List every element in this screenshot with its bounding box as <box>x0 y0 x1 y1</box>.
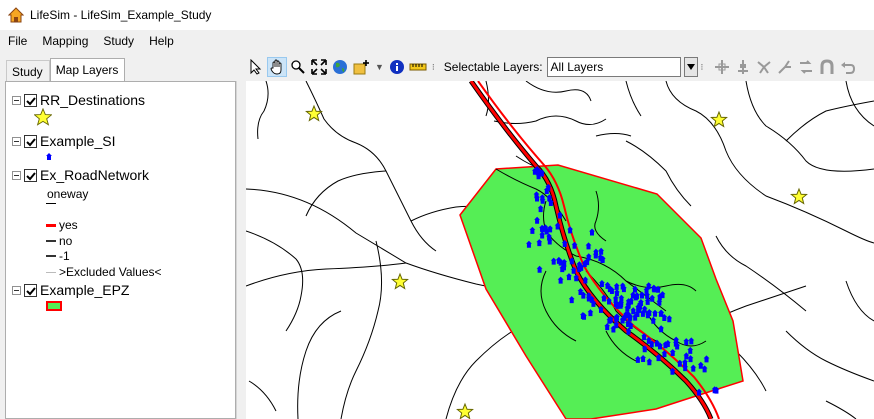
road-line-icon <box>46 255 56 257</box>
panel-tabs: Study Map Layers <box>6 58 126 82</box>
destination-star[interactable] <box>391 272 409 290</box>
title-bar: LifeSim - LifeSim_Example_Study <box>0 0 874 30</box>
selectable-layers-dropdown[interactable]: All Layers <box>546 57 681 77</box>
collapse-icon[interactable] <box>12 285 21 295</box>
menu-bar: File Mapping Study Help <box>0 30 874 52</box>
legend-item-excluded: >Excluded Values< <box>46 265 162 279</box>
layer-name-example-si: Example_SI <box>40 133 116 149</box>
toolbar-grip-icon: ⁝ <box>431 61 435 72</box>
layer-name-rr-destinations: RR_Destinations <box>40 92 146 108</box>
layer-row-example-si: Example_SI <box>12 133 115 149</box>
split-icon[interactable] <box>754 57 774 77</box>
road-line-icon <box>46 223 56 227</box>
measure-icon[interactable] <box>408 57 428 77</box>
tab-study[interactable]: Study <box>6 60 50 82</box>
menu-help[interactable]: Help <box>141 34 181 48</box>
layer-checkbox-rr-destinations[interactable] <box>24 93 37 107</box>
globe-icon[interactable] <box>330 57 350 77</box>
dropdown-arrow-icon[interactable]: ▼ <box>375 62 384 72</box>
arch-icon[interactable] <box>817 57 837 77</box>
panel-splitter[interactable] <box>236 81 246 419</box>
chevron-down-icon[interactable] <box>683 57 698 77</box>
menu-study[interactable]: Study <box>95 34 141 48</box>
blue-house-icon <box>46 153 52 160</box>
layer-checkbox-example-si[interactable] <box>24 134 37 148</box>
legend-item-no: no <box>46 234 72 248</box>
selectable-layers-label: Selectable Layers: <box>443 60 543 74</box>
layer-row-example-epz: Example_EPZ <box>12 282 129 298</box>
layer-row-rr-destinations: RR_Destinations <box>12 92 145 108</box>
legend-field-label: oneway <box>47 187 89 201</box>
tab-map-layers[interactable]: Map Layers <box>49 58 126 82</box>
zoom-extent-icon[interactable] <box>309 57 329 77</box>
epz-swatch-icon <box>46 301 62 311</box>
map-drawing[interactable] <box>246 81 874 419</box>
legend-item-blank <box>46 203 59 204</box>
zoom-icon[interactable] <box>288 57 308 77</box>
identify-icon[interactable] <box>387 57 407 77</box>
reverse-icon[interactable] <box>796 57 816 77</box>
destination-star[interactable] <box>710 110 728 128</box>
window-title: LifeSim - LifeSim_Example_Study <box>30 8 212 22</box>
legend-item-yes: yes <box>46 218 78 232</box>
collapse-icon[interactable] <box>12 170 21 180</box>
layer-name-road-network: Ex_RoadNetwork <box>40 167 149 183</box>
yellow-star-icon <box>34 108 52 126</box>
layer-checkbox-road-network[interactable] <box>24 168 37 182</box>
menu-file[interactable]: File <box>0 34 34 48</box>
layer-name-example-epz: Example_EPZ <box>40 282 130 298</box>
layer-tree: RR_Destinations Example_SI Ex_RoadNetwor… <box>5 81 236 419</box>
layer-checkbox-example-epz[interactable] <box>24 283 37 297</box>
toolbar-grip-icon: ⁝ <box>700 61 704 72</box>
pan-hand-icon[interactable] <box>267 57 287 77</box>
road-line-icon <box>46 271 56 273</box>
app-house-icon <box>8 7 24 23</box>
map-toolbar: ▼ ⁝ Selectable Layers: All Layers ⁝ <box>246 54 874 80</box>
collapse-icon[interactable] <box>12 95 21 105</box>
destination-star[interactable] <box>456 402 474 419</box>
menu-mapping[interactable]: Mapping <box>34 34 95 48</box>
legend-item-minus-one: -1 <box>46 249 70 263</box>
pointer-icon[interactable] <box>246 57 266 77</box>
move-node-icon[interactable] <box>733 57 753 77</box>
undo-icon[interactable] <box>838 57 858 77</box>
merge-icon[interactable] <box>775 57 795 77</box>
collapse-icon[interactable] <box>12 136 21 146</box>
destination-star[interactable] <box>790 187 808 205</box>
add-node-icon[interactable] <box>712 57 732 77</box>
layer-row-road-network: Ex_RoadNetwork <box>12 167 149 183</box>
add-layer-icon[interactable] <box>351 57 371 77</box>
road-line-icon <box>46 203 56 204</box>
road-line-icon <box>46 240 56 242</box>
map-canvas[interactable] <box>246 81 874 419</box>
